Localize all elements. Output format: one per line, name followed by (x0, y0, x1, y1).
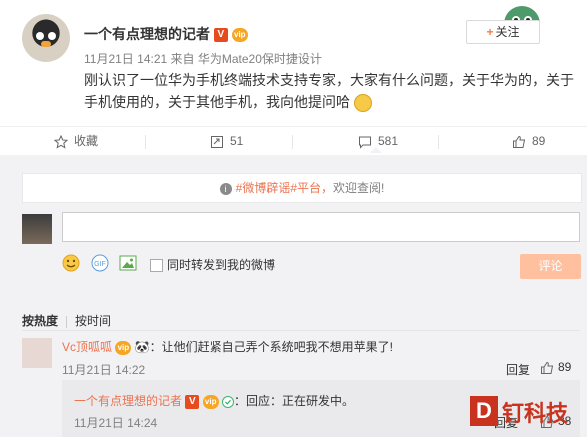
post-author-name[interactable]: 一个有点理想的记者 (84, 26, 210, 42)
sub-reply-author[interactable]: 一个有点理想的记者 (74, 394, 182, 408)
thumbs-up-icon (513, 135, 526, 148)
info-icon: i (219, 182, 232, 195)
post-source-prefix: 来自 (170, 52, 195, 66)
gif-icon[interactable]: GIF (91, 254, 109, 272)
repost-checkbox-row[interactable]: 同时转发到我的微博 (150, 256, 275, 273)
avatar-eye-right (48, 32, 56, 40)
comment-pointer-arrow (370, 147, 382, 153)
vip-badge-icon: vip (231, 28, 248, 43)
heart-badge-icon (222, 395, 235, 408)
verified-badge-icon: V (185, 394, 200, 409)
repost-count: 51 (230, 134, 244, 148)
action-divider (438, 135, 439, 149)
sub-reply-time: 11月21日 14:24 (74, 416, 158, 430)
comment-author[interactable]: Vc顶呱呱 (62, 340, 112, 354)
vip-badge-icon: vip (202, 394, 219, 409)
follow-label: 关注 (495, 25, 520, 39)
comment-like-button[interactable]: 89 (540, 360, 571, 375)
comment-text: ：让他们赶紧自己弄个系统吧我不想用苹果了! (149, 340, 393, 354)
post-author-avatar[interactable] (22, 14, 70, 62)
current-user-avatar[interactable] (22, 214, 52, 244)
follow-plus-icon: + (486, 25, 494, 39)
favorite-label: 收藏 (74, 134, 99, 148)
action-divider (292, 135, 293, 149)
follow-button[interactable]: + 关注 (466, 20, 540, 44)
star-icon (54, 134, 68, 149)
repost-icon (211, 135, 223, 148)
comment-like-count: 89 (558, 360, 572, 374)
comment-input[interactable] (62, 212, 580, 242)
post-text: 刚认识了一位华为手机终端技术支持专家，大家有什么问题，关于华为的，关于手机使用的… (84, 69, 574, 113)
comment-reply-button[interactable]: 回复 (506, 361, 530, 378)
repost-button[interactable]: 51 (210, 133, 243, 149)
sub-reply-header: 一个有点理想的记者 V vip ：回应：正在研发中。 (74, 392, 354, 409)
post-action-bar: 收藏 51 581 89 (0, 126, 587, 157)
sort-divider (22, 330, 580, 331)
notice-link[interactable]: #微博辟谣#平台， (236, 181, 333, 195)
notice-text: 欢迎查阅! (333, 181, 385, 195)
verified-badge-icon: V (213, 28, 228, 43)
action-divider (145, 135, 146, 149)
post-body: 刚认识了一位华为手机终端技术支持专家，大家有什么问题，关于华为的，关于手机使用的… (84, 72, 574, 110)
post-source-link[interactable]: 华为Mate20保时捷设计 (198, 52, 322, 66)
like-button[interactable]: 89 (512, 133, 545, 149)
watermark-logo-icon: D (470, 396, 498, 426)
comment-sort-bar: 按热度 按时间 (22, 312, 111, 329)
repost-checkbox-label: 同时转发到我的微博 (167, 258, 276, 272)
image-icon[interactable] (119, 254, 137, 272)
comment-header: Vc顶呱呱 vip 🐼：让他们赶紧自己弄个系统吧我不想用苹果了! (62, 338, 393, 355)
sort-separator (66, 315, 68, 328)
watermark-text: 钉科技 (502, 401, 569, 426)
post-date[interactable]: 11月21日 14:21 (84, 52, 167, 66)
post-author-line: 一个有点理想的记者 V vip (84, 24, 248, 44)
repost-checkbox[interactable] (150, 259, 163, 273)
comment-time: 11月21日 14:22 (62, 363, 146, 377)
panda-emoji-icon: 🐼 (134, 340, 150, 354)
comment-avatar[interactable] (22, 338, 52, 368)
like-count: 89 (532, 134, 546, 148)
sub-reply-text: ：回应：正在研发中。 (234, 394, 355, 408)
submit-comment-button[interactable]: 评论 (520, 254, 581, 279)
comment-count: 581 (378, 134, 399, 148)
svg-text:GIF: GIF (94, 261, 106, 268)
grin-emoji-icon (353, 94, 372, 113)
avatar-beak (41, 41, 51, 47)
sort-by-hot[interactable]: 按热度 (22, 314, 58, 328)
thumbs-up-icon (541, 361, 554, 374)
avatar-eye-left (36, 32, 44, 40)
vip-badge-icon: vip (115, 340, 132, 355)
rumor-notice-bar[interactable]: i #微博辟谣#平台，欢迎查阅! (22, 173, 582, 203)
favorite-button[interactable]: 收藏 (54, 133, 98, 149)
emoji-icon[interactable] (62, 254, 80, 272)
sort-by-time[interactable]: 按时间 (75, 314, 111, 328)
post-meta: 11月21日 14:21 来自 华为Mate20保时捷设计 (84, 50, 322, 67)
